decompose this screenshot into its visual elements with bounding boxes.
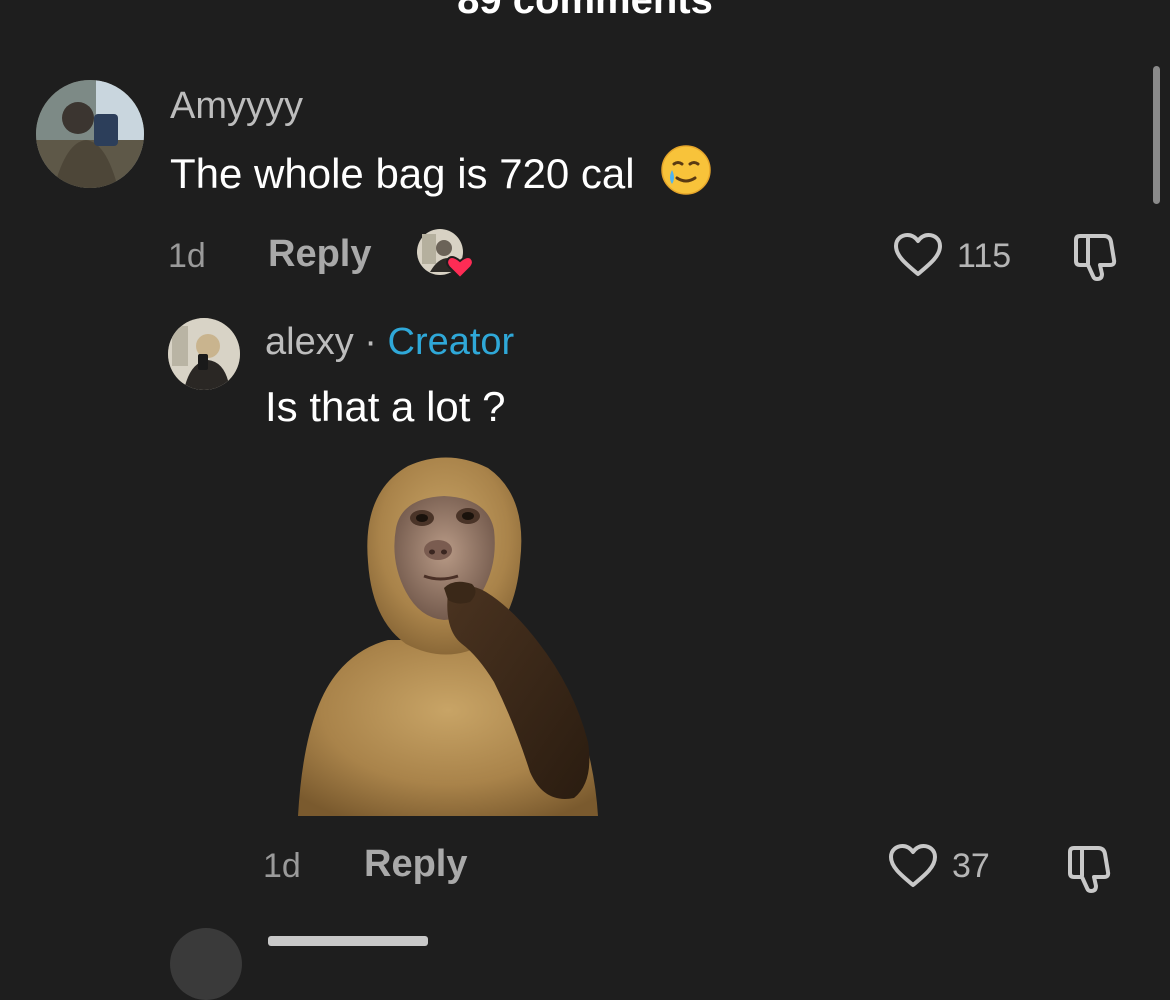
like-heart-icon[interactable]: [887, 843, 939, 889]
like-count: 115: [957, 237, 1012, 275]
thinking-monkey-sticker: [298, 452, 598, 816]
scrollbar[interactable]: [1153, 66, 1160, 204]
creator-avatar[interactable]: [168, 318, 240, 390]
avatar-image: [36, 80, 144, 188]
dislike-icon[interactable]: [1070, 230, 1126, 282]
dislike-icon[interactable]: [1064, 842, 1120, 894]
reply-text: Is that a lot ?: [265, 383, 506, 430]
creator-liked-indicator: [416, 228, 476, 282]
avatar-image: [168, 318, 240, 390]
reply-to-reply-button[interactable]: Reply: [364, 842, 467, 886]
next-comment-username-partial: [268, 936, 428, 946]
creator-badge: Creator: [387, 321, 515, 363]
like-heart-icon[interactable]: [892, 232, 944, 278]
comment-username[interactable]: Amyyyy: [170, 84, 303, 128]
creator-liked-heart-icon: [417, 229, 474, 280]
comments-count-header: 89 comments: [457, 0, 713, 22]
next-comment-avatar[interactable]: [170, 928, 242, 1000]
reply-timestamp: 1d: [263, 847, 301, 885]
username-separator: ·: [364, 321, 377, 363]
reply-like-count: 37: [952, 847, 990, 885]
reply-username-line: alexy · Creator: [265, 320, 514, 364]
reply-username[interactable]: alexy: [265, 321, 354, 363]
comment-text: The whole bag is 720 cal: [170, 144, 712, 207]
crying-smile-emoji: [660, 144, 712, 207]
comment-timestamp: 1d: [168, 237, 206, 275]
commenter-avatar[interactable]: [36, 80, 144, 188]
reply-button[interactable]: Reply: [268, 232, 371, 276]
comment-text-body: The whole bag is 720 cal: [170, 150, 635, 197]
